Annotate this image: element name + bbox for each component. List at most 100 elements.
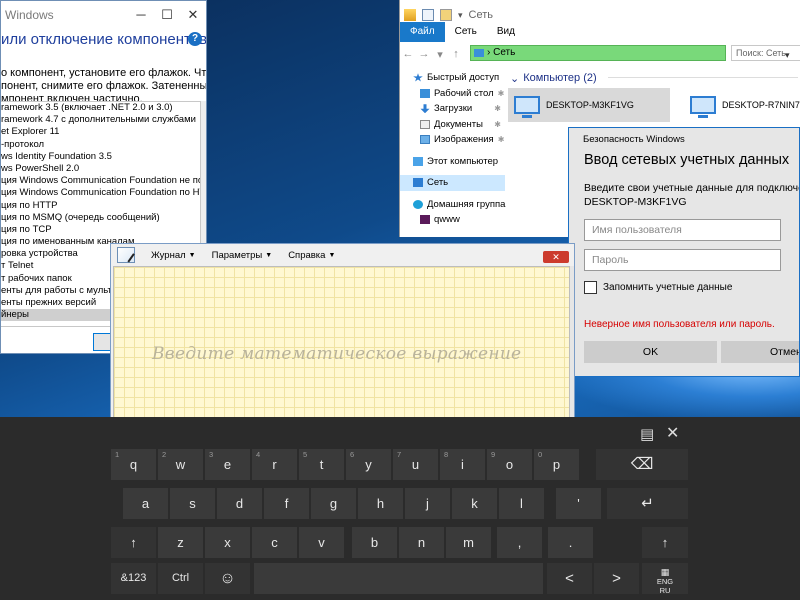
menu-help[interactable]: Справка ▼ <box>288 250 335 261</box>
nav-documents[interactable]: Документы ✱ <box>400 117 505 133</box>
key-m[interactable]: m <box>446 527 491 558</box>
key-apostrophe[interactable]: ' <box>556 488 601 519</box>
ok-button[interactable]: OK <box>584 341 717 363</box>
space-key[interactable] <box>254 563 543 594</box>
key-j[interactable]: j <box>405 488 450 519</box>
keyboard-layout-icon[interactable]: ▤ <box>640 425 654 443</box>
key-t[interactable]: 5t <box>299 449 344 480</box>
address-bar[interactable]: › Сеть ▾ <box>470 45 790 61</box>
remember-checkbox[interactable] <box>584 281 597 294</box>
back-arrow-icon[interactable]: ← <box>400 48 416 60</box>
enter-key[interactable]: ↵ <box>607 488 688 519</box>
right-arrow-key[interactable]: > <box>594 563 639 594</box>
ctrl-key[interactable]: Ctrl <box>158 563 203 594</box>
close-icon[interactable]: ✕ <box>543 251 569 263</box>
key-i[interactable]: 8i <box>440 449 485 480</box>
key-d[interactable]: d <box>217 488 262 519</box>
language-key[interactable]: ▦ ENG RU <box>642 563 688 595</box>
key-p[interactable]: 0p <box>534 449 579 480</box>
key-b[interactable]: b <box>352 527 397 558</box>
computer-group-header[interactable]: ⌄ Компьютер (2) <box>508 70 800 86</box>
writing-canvas[interactable]: Введите математическое выражение <box>113 266 570 419</box>
feature-item[interactable]: ramework 3.5 (включает .NET 2.0 и 3.0) <box>1 102 200 114</box>
key-o[interactable]: 9o <box>487 449 532 480</box>
key-l[interactable]: l <box>499 488 544 519</box>
tab-file[interactable]: Файл <box>400 22 445 42</box>
new-folder-icon[interactable] <box>440 9 452 21</box>
close-icon[interactable]: ✕ <box>180 7 206 23</box>
key-n[interactable]: n <box>399 527 444 558</box>
emoji-key[interactable]: ☺ <box>205 563 250 594</box>
search-input[interactable]: Поиск: Сеть <box>731 45 800 61</box>
feature-item[interactable]: -протокол <box>1 139 200 151</box>
nav-pictures[interactable]: Изображения ✱ <box>400 132 505 148</box>
minimize-icon[interactable]: ─ <box>128 7 154 23</box>
menu-options[interactable]: Параметры ▼ <box>212 250 273 261</box>
key-y[interactable]: 6y <box>346 449 391 480</box>
key-u[interactable]: 7u <box>393 449 438 480</box>
nav-label: Быстрый доступ <box>427 72 500 84</box>
navigation-pane: Быстрый доступ Рабочий стол ✱ Загрузки ✱ Д… <box>400 70 505 237</box>
key-period[interactable]: . <box>548 527 593 558</box>
nav-label: Этот компьютер <box>427 155 499 167</box>
remember-label[interactable]: Запомнить учетные данные <box>603 282 732 293</box>
key-comma[interactable]: , <box>497 527 542 558</box>
nav-downloads[interactable]: Загрузки ✱ <box>400 101 505 117</box>
key-a[interactable]: a <box>123 488 168 519</box>
desc-line: о компонент, установите его флажок. Чтоб… <box>1 67 207 79</box>
feature-item[interactable]: ramework 4.7 с дополнительными службами <box>1 114 200 126</box>
quick-access-dropdown-icon[interactable]: ▾ <box>458 10 463 21</box>
key-q[interactable]: 1q <box>111 449 156 480</box>
key-h[interactable]: h <box>358 488 403 519</box>
computer-tile[interactable]: DESKTOP-M3KF1VG <box>508 88 670 122</box>
key-c[interactable]: c <box>252 527 297 558</box>
key-w[interactable]: 2w <box>158 449 203 480</box>
feature-item[interactable]: ция Windows Communication Foundation по … <box>1 187 200 199</box>
menu-history[interactable]: Журнал ▼ <box>151 250 196 261</box>
feature-item[interactable]: ция Windows Communication Foundation не … <box>1 175 200 187</box>
key-e[interactable]: 3e <box>205 449 250 480</box>
feature-item[interactable]: et Explorer 11 <box>1 126 200 138</box>
feature-item[interactable]: ция по HTTP <box>1 200 200 212</box>
key-k[interactable]: k <box>452 488 497 519</box>
key-z[interactable]: z <box>158 527 203 558</box>
properties-icon[interactable] <box>422 9 434 21</box>
key-f[interactable]: f <box>264 488 309 519</box>
cancel-button[interactable]: Отмена <box>721 341 799 363</box>
password-field[interactable]: Пароль <box>584 249 781 271</box>
shift-right-key[interactable]: ↑ <box>642 527 688 558</box>
nav-network[interactable]: Сеть <box>400 175 505 191</box>
group-divider <box>608 77 798 78</box>
nav-quick-access[interactable]: Быстрый доступ <box>400 70 505 86</box>
computer-tile[interactable]: DESKTOP-R7NIN7C <box>684 88 800 122</box>
recent-dropdown-icon[interactable]: ▾ <box>432 48 448 61</box>
key-r[interactable]: 4r <box>252 449 297 480</box>
up-arrow-icon[interactable]: ↑ <box>448 48 464 60</box>
tab-network[interactable]: Сеть <box>445 22 487 42</box>
pin-icon: ✱ <box>494 119 501 129</box>
close-keyboard-icon[interactable]: ✕ <box>666 423 679 443</box>
help-icon[interactable]: ? <box>188 32 202 46</box>
key-x[interactable]: x <box>205 527 250 558</box>
username-field[interactable]: Имя пользователя <box>584 219 781 241</box>
feature-item[interactable]: ция по MSMQ (очередь сообщений) <box>1 212 200 224</box>
shift-left-key[interactable]: ↑ <box>111 527 156 558</box>
nav-homegroup[interactable]: Домашняя группа <box>400 197 505 213</box>
key-g[interactable]: g <box>311 488 356 519</box>
group-label: Компьютер (2) <box>523 72 597 84</box>
backspace-key[interactable]: ⌫ <box>596 449 688 480</box>
maximize-icon[interactable]: ☐ <box>154 7 180 23</box>
nav-desktop[interactable]: Рабочий стол ✱ <box>400 86 505 102</box>
nav-user[interactable]: qwww <box>400 212 505 228</box>
tab-view[interactable]: Вид <box>487 22 525 42</box>
key-s[interactable]: s <box>170 488 215 519</box>
feature-item[interactable]: ws Identity Foundation 3.5 <box>1 151 200 163</box>
features-titlebar[interactable]: Windows ─ ☐ ✕ <box>1 1 206 29</box>
numbers-key[interactable]: &123 <box>111 563 156 594</box>
nav-this-pc[interactable]: Этот компьютер <box>400 154 505 170</box>
key-v[interactable]: v <box>299 527 344 558</box>
forward-arrow-icon[interactable]: → <box>416 48 432 60</box>
left-arrow-key[interactable]: < <box>547 563 592 594</box>
feature-item[interactable]: ws PowerShell 2.0 <box>1 163 200 175</box>
feature-item[interactable]: ция по TCP <box>1 224 200 236</box>
